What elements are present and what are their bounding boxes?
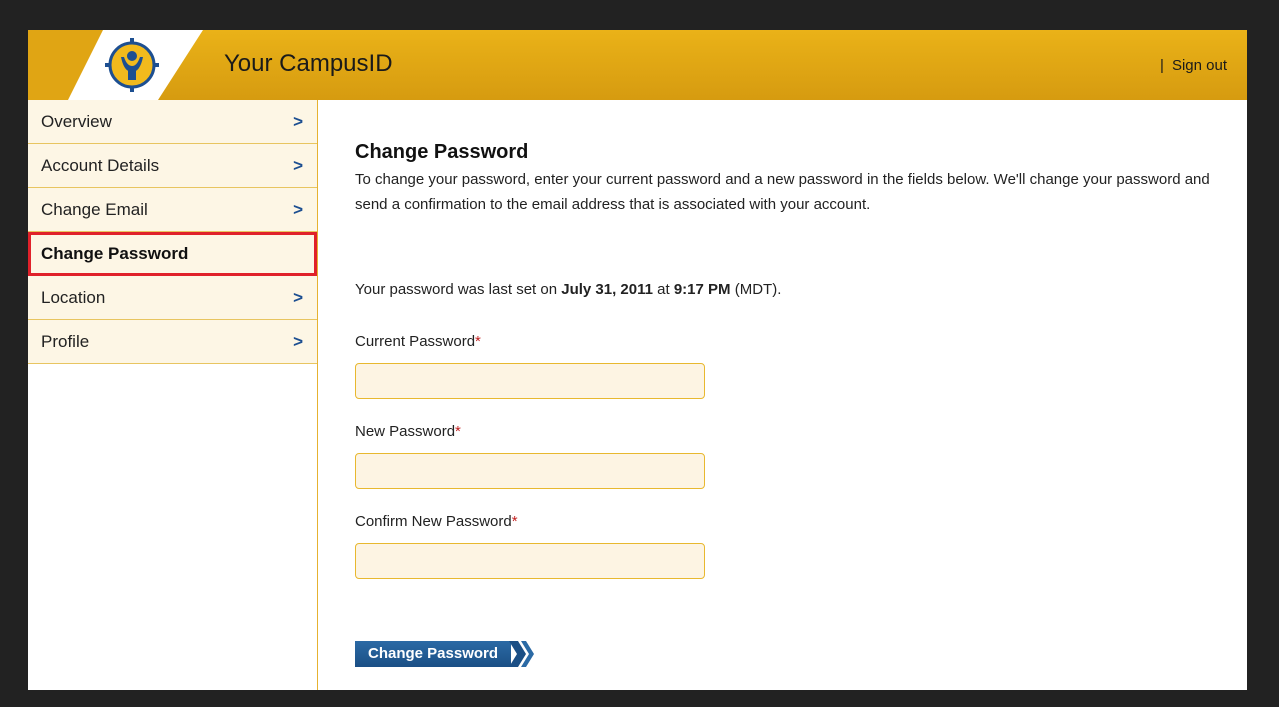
double-chevron-right-icon [509, 641, 535, 667]
new-password-input[interactable] [355, 453, 705, 489]
header-links: | Sign out [1160, 57, 1227, 74]
sidebar-item-label: Location [41, 288, 106, 307]
chevron-right-icon: > [293, 332, 303, 351]
sidebar-item-change-email[interactable]: Change Email > [28, 188, 317, 232]
current-password-label: Current Password* [355, 333, 481, 350]
header-separator: | [1160, 57, 1164, 74]
sidebar-item-profile[interactable]: Profile > [28, 320, 317, 364]
sidebar-item-label: Change Password [41, 244, 189, 263]
sidebar-nav: Overview > Account Details > Change Emai… [28, 100, 318, 690]
required-marker: * [455, 423, 461, 440]
sign-out-link[interactable]: Sign out [1172, 57, 1227, 74]
header-bar: Your CampusID | Sign out [28, 30, 1247, 100]
sidebar-item-label: Account Details [41, 156, 160, 175]
change-password-submit[interactable]: Change Password [355, 641, 535, 667]
current-password-input[interactable] [355, 363, 705, 399]
last-set-date: July 31, 2011 [561, 281, 653, 298]
new-password-label: New Password* [355, 423, 461, 440]
chevron-right-icon: > [293, 200, 303, 219]
page-title: Change Password [355, 141, 529, 163]
sidebar-item-label: Change Email [41, 200, 148, 219]
sidebar-item-label: Profile [41, 332, 90, 351]
last-set-mid: at [652, 281, 674, 298]
sidebar-item-change-password[interactable]: Change Password [28, 232, 317, 276]
required-marker: * [511, 513, 518, 530]
confirm-password-label-text: Confirm New Password [355, 513, 512, 530]
chevron-right-icon: > [293, 156, 303, 175]
confirm-password-label: Confirm New Password* [355, 513, 518, 530]
new-password-label-text: New Password [355, 423, 456, 440]
change-password-button[interactable]: Change Password [355, 641, 512, 667]
page-frame: Your CampusID | Sign out Overview > Accou… [28, 30, 1247, 690]
required-marker: * [475, 333, 481, 350]
last-set-time: 9:17 PM [673, 281, 731, 298]
app-title: Your CampusID [224, 50, 393, 77]
sidebar-item-location[interactable]: Location > [28, 276, 317, 320]
last-set-suffix: (MDT). [730, 281, 782, 298]
confirm-password-input[interactable] [355, 543, 705, 579]
sidebar-item-account-details[interactable]: Account Details > [28, 144, 317, 188]
last-set-prefix: Your password was last set on [355, 281, 562, 298]
chevron-right-icon: > [293, 288, 303, 307]
last-set-text: Your password was last set on July 31, 2… [355, 281, 781, 298]
current-password-label-text: Current Password [355, 333, 476, 350]
sidebar-item-overview[interactable]: Overview > [28, 100, 317, 144]
sidebar-item-label: Overview [41, 112, 112, 131]
intro-text: To change your password, enter your curr… [355, 171, 1210, 213]
logo-panel [28, 30, 203, 100]
chevron-right-icon: > [293, 112, 303, 131]
